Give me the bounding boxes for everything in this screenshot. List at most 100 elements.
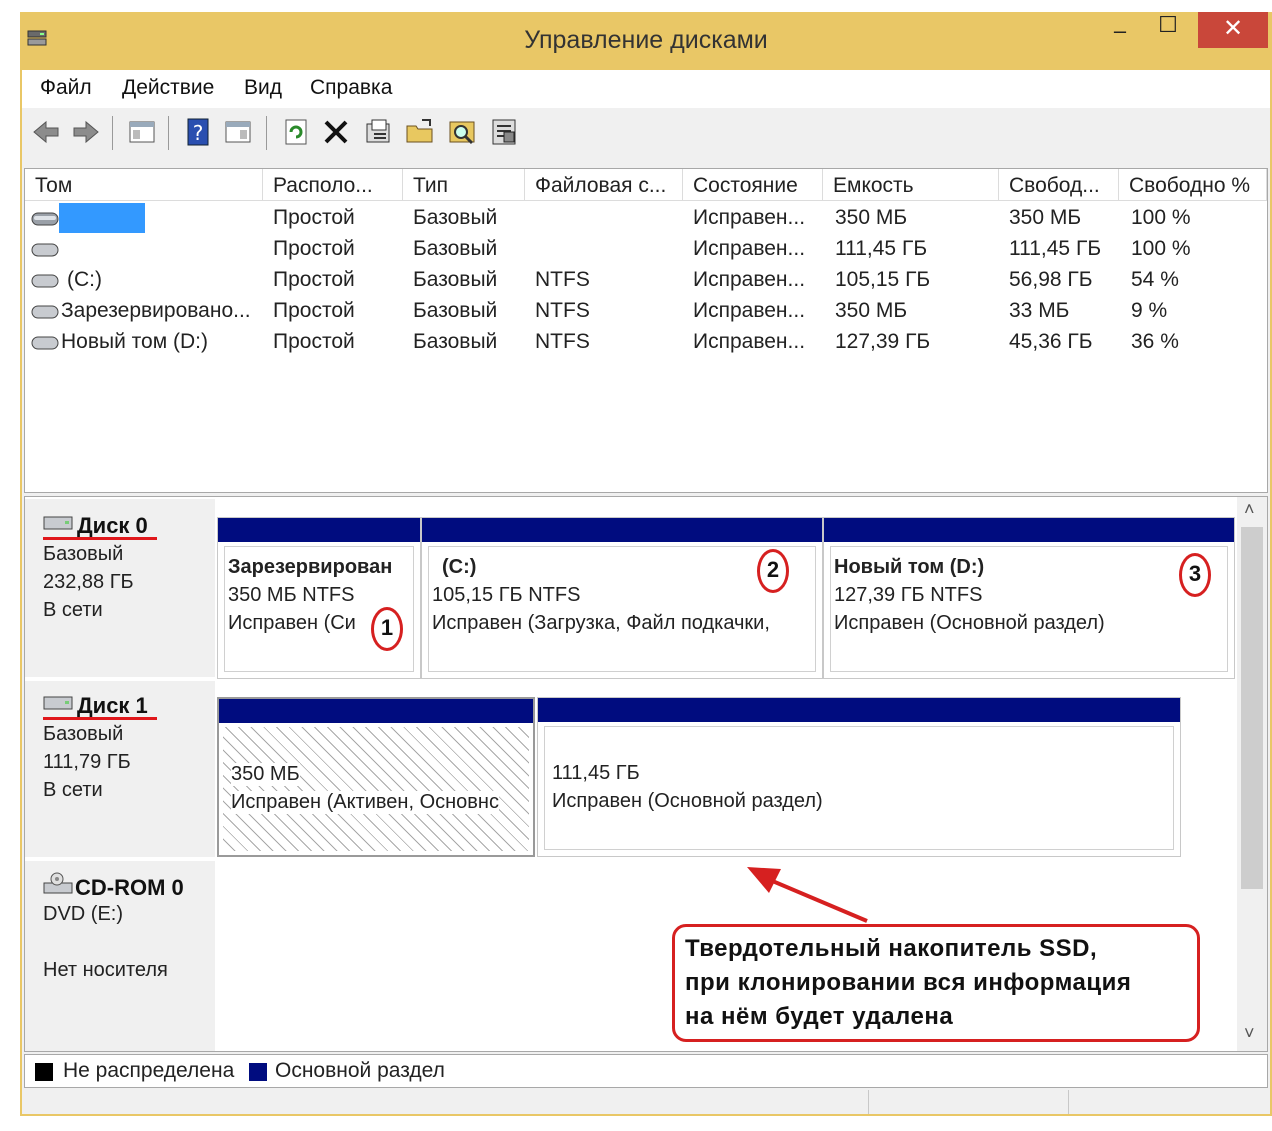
column-header-type[interactable]: Тип: [403, 169, 525, 201]
status-divider: [1068, 1090, 1069, 1114]
menu-help[interactable]: Справка: [310, 76, 392, 100]
find-icon[interactable]: [446, 116, 478, 148]
legend-label-unallocated: Не распределена: [63, 1059, 235, 1082]
menu-file[interactable]: Файл: [40, 76, 92, 100]
partition-reserved[interactable]: Зарезервирован 350 МБ NTFS Исправен (Си: [217, 517, 421, 679]
partition-size: 111,45 ГБ: [552, 762, 640, 784]
disk-0-info[interactable]: Диск 0 Базовый 232,88 ГБ В сети: [25, 499, 215, 677]
partition-frame: [544, 726, 1174, 850]
console-tree-icon[interactable]: [126, 116, 158, 148]
column-header-filesystem[interactable]: Файловая с...: [525, 169, 683, 201]
scrollbar-thumb[interactable]: [1241, 527, 1263, 889]
cdrom-info[interactable]: CD-ROM 0 DVD (E:) Нет носителя: [25, 861, 215, 1051]
volume-cell: Простой: [273, 299, 355, 322]
disk-1-info[interactable]: Диск 1 Базовый 111,79 ГБ В сети: [25, 681, 215, 857]
cdrom-icon: [43, 872, 73, 894]
open-icon[interactable]: [404, 116, 436, 148]
partition-state: Исправен (Основной раздел): [834, 612, 1105, 634]
menu-action[interactable]: Действие: [122, 76, 214, 100]
table-row[interactable]: Простой Базовый Исправен... 350 МБ 350 М…: [25, 203, 1267, 234]
volume-list: Том Располо... Тип Файловая с... Состоян…: [24, 168, 1268, 571]
table-row[interactable]: Зарезервировано... Простой Базовый NTFS …: [25, 296, 1267, 327]
partition-ssd-main[interactable]: 111,45 ГБ Исправен (Основной раздел): [537, 697, 1181, 857]
volume-cell: Исправен...: [693, 237, 806, 260]
forward-icon[interactable]: [70, 116, 102, 148]
volume-icon: [31, 212, 59, 226]
help-icon[interactable]: ?: [182, 116, 214, 148]
volume-cell: 127,39 ГБ: [835, 330, 931, 353]
volume-icon: [31, 336, 59, 350]
callout-line: при клонировании вся информация: [685, 969, 1132, 996]
table-row[interactable]: Простой Базовый Исправен... 111,45 ГБ 11…: [25, 234, 1267, 265]
delete-icon[interactable]: [320, 116, 352, 148]
cdrom-media: Нет носителя: [43, 959, 168, 981]
properties-icon[interactable]: [362, 116, 394, 148]
disk-1-type: Базовый: [43, 723, 124, 745]
vertical-scrollbar[interactable]: ˄ ˅: [1237, 497, 1267, 1051]
title-bar[interactable]: Управление дисками – ☐ ✕: [20, 12, 1272, 70]
volume-cell: Базовый: [413, 237, 498, 260]
volume-cell: 111,45 ГБ: [835, 237, 928, 260]
toolbar-separator: [168, 116, 169, 150]
legend: Не распределена Основной раздел: [24, 1054, 1268, 1088]
disk-0-status: В сети: [43, 599, 103, 621]
partition-state: Исправен (Загрузка, Файл подкачки,: [432, 612, 770, 634]
menu-view[interactable]: Вид: [244, 76, 282, 100]
partition-size: 127,39 ГБ NTFS: [834, 584, 983, 606]
column-header-free-percent[interactable]: Свободно %: [1119, 169, 1267, 201]
partition-c[interactable]: (C:) 105,15 ГБ NTFS Исправен (Загрузка, …: [421, 517, 823, 679]
maximize-button[interactable]: ☐: [1148, 12, 1188, 48]
partition-d[interactable]: Новый том (D:) 127,39 ГБ NTFS Исправен (…: [823, 517, 1235, 679]
volume-cell: 36 %: [1131, 330, 1179, 353]
legend-label-primary: Основной раздел: [275, 1059, 445, 1082]
disk-icon: [43, 516, 73, 530]
disk-0-name: Диск 0: [77, 513, 148, 538]
volume-cell: 350 МБ: [835, 299, 908, 322]
annotation-callout: Твердотельный накопитель SSD, при клонир…: [672, 924, 1200, 1042]
volume-cell: NTFS: [535, 268, 590, 291]
partition-title: Новый том (D:): [834, 556, 985, 578]
svg-text:?: ?: [193, 121, 204, 145]
volume-cell: Исправен...: [693, 268, 806, 291]
volume-icon: [31, 243, 59, 257]
partition-size: 105,15 ГБ NTFS: [432, 584, 581, 606]
volume-cell: Исправен...: [693, 299, 806, 322]
volume-cell: Простой: [273, 268, 355, 291]
volume-cell: (C:): [67, 268, 102, 291]
volume-cell: Базовый: [413, 330, 498, 353]
partition-ssd-reserved[interactable]: 350 МБ Исправен (Активен, Основнс: [217, 697, 535, 857]
partition-bar: [538, 698, 1180, 722]
annotation-marker: 3: [1179, 553, 1211, 597]
volume-cell: 105,15 ГБ: [835, 268, 931, 291]
show-hide-icon[interactable]: [222, 116, 254, 148]
toolbar-separator: [112, 116, 113, 150]
selected-volume-name: [59, 203, 145, 233]
column-header-capacity[interactable]: Емкость: [823, 169, 999, 201]
table-row[interactable]: (C:) Простой Базовый NTFS Исправен... 10…: [25, 265, 1267, 296]
close-button[interactable]: ✕: [1198, 12, 1268, 48]
column-header-volume[interactable]: Том: [25, 169, 263, 201]
column-header-layout[interactable]: Располо...: [263, 169, 403, 201]
settings-icon[interactable]: [488, 116, 520, 148]
toolbar: ?: [22, 108, 1270, 160]
scroll-up-icon[interactable]: ˄: [1244, 499, 1255, 520]
volume-icon: [31, 274, 59, 288]
column-header-status[interactable]: Состояние: [683, 169, 823, 201]
volume-cell: NTFS: [535, 330, 590, 353]
annotation-marker: 1: [371, 607, 403, 651]
refresh-icon[interactable]: [280, 116, 312, 148]
volume-cell: Базовый: [413, 268, 498, 291]
toolbar-separator: [266, 116, 267, 150]
column-header-free-space[interactable]: Свобод...: [999, 169, 1119, 201]
annotation-marker: 2: [757, 549, 789, 593]
scroll-down-icon[interactable]: ˅: [1244, 1023, 1255, 1044]
cdrom-name: CD-ROM 0: [75, 875, 184, 900]
volume-icon: [31, 305, 59, 319]
selected-partition-hatch: [223, 727, 529, 851]
table-row[interactable]: Новый том (D:) Простой Базовый NTFS Испр…: [25, 327, 1267, 358]
legend-swatch-primary: [249, 1063, 267, 1081]
minimize-button[interactable]: –: [1100, 18, 1140, 54]
back-icon[interactable]: [30, 116, 62, 148]
partition-state: Исправен (Основной раздел): [552, 790, 823, 812]
callout-line: Твердотельный накопитель SSD,: [685, 935, 1098, 962]
